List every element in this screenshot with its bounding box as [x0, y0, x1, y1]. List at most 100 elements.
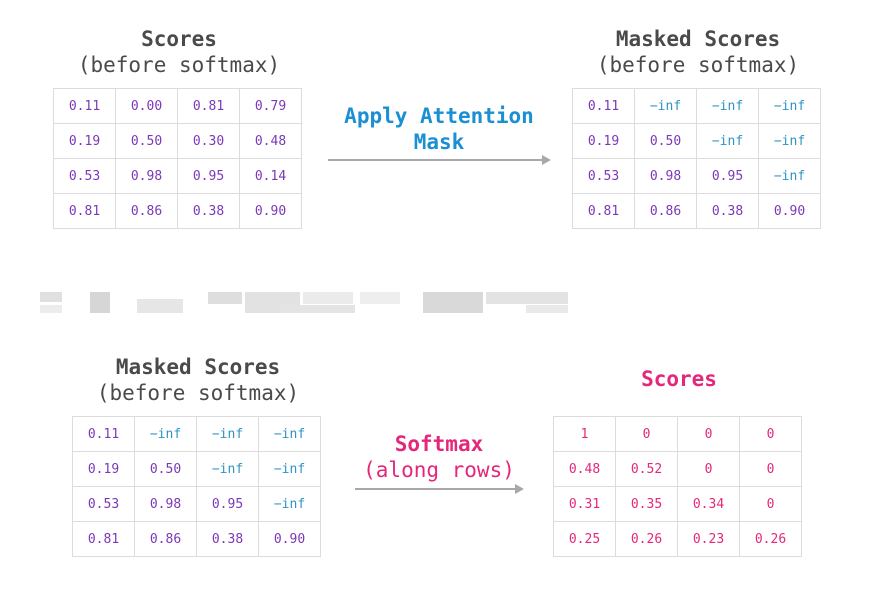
matrix-cell: −inf — [634, 88, 697, 124]
matrix-cell: 0.38 — [177, 193, 240, 229]
top-operation-label: Apply Attention Mask — [328, 103, 550, 155]
matrix-cell: 0.81 — [572, 193, 635, 229]
bottom-right-title-line1: Scores — [641, 367, 717, 391]
matrix-cell: 0.50 — [634, 123, 697, 159]
top-right-title-line2: (before softmax) — [596, 53, 800, 77]
matrix-cell: 0.34 — [677, 486, 740, 522]
matrix-cell: −inf — [758, 158, 821, 194]
matrix-cell: 0.26 — [739, 521, 802, 557]
matrix-cell: 0 — [677, 416, 740, 452]
matrix-row: 0.19 0.50 −inf −inf — [72, 451, 321, 487]
top-right-title-line1: Masked Scores — [615, 27, 781, 51]
matrix-cell: 0.35 — [615, 486, 678, 522]
matrix-cell: 0.98 — [134, 486, 197, 522]
matrix-cell: 0.19 — [53, 123, 116, 159]
matrix-cell: −inf — [196, 451, 259, 487]
matrix-cell: 0.11 — [572, 88, 635, 124]
matrix-cell: 0.19 — [572, 123, 635, 159]
matrix-cell: 0.38 — [196, 521, 259, 557]
matrix-cell: 0.53 — [72, 486, 135, 522]
matrix-row: 0.81 0.86 0.38 0.90 — [53, 193, 302, 229]
matrix-cell: 0.53 — [53, 158, 116, 194]
matrix-cell: 0.81 — [72, 521, 135, 557]
top-operation-line2: Mask — [413, 130, 465, 154]
top-operation-line1: Apply Attention — [344, 104, 534, 128]
matrix-cell: 0.50 — [115, 123, 178, 159]
matrix-cell: 0.98 — [634, 158, 697, 194]
matrix-cell: 0 — [677, 451, 740, 487]
bottom-left-title: Masked Scores (before softmax) — [72, 354, 324, 406]
matrix-cell: 0.26 — [615, 521, 678, 557]
matrix-cell: −inf — [758, 123, 821, 159]
matrix-cell: −inf — [258, 486, 321, 522]
matrix-cell: 0.86 — [634, 193, 697, 229]
bottom-left-title-line1: Masked Scores — [115, 355, 281, 379]
matrix-cell: 0.90 — [758, 193, 821, 229]
top-left-title-line1: Scores — [141, 27, 217, 51]
matrix-row: 0.19 0.50 −inf −inf — [572, 123, 821, 159]
matrix-row: 0.19 0.50 0.30 0.48 — [53, 123, 302, 159]
matrix-cell: −inf — [758, 88, 821, 124]
matrix-row: 0.31 0.35 0.34 0 — [553, 486, 802, 522]
matrix-cell: 0.53 — [572, 158, 635, 194]
matrix-cell: 0.00 — [115, 88, 178, 124]
matrix-cell: 0 — [615, 416, 678, 452]
blurred-caption — [40, 289, 570, 317]
matrix-cell: −inf — [196, 416, 259, 452]
matrix-cell: 0.79 — [239, 88, 302, 124]
matrix-row: 0.81 0.86 0.38 0.90 — [72, 521, 321, 557]
top-left-matrix: 0.11 0.00 0.81 0.79 0.19 0.50 0.30 0.48 0.53 0.98… — [53, 88, 302, 229]
matrix-cell: 0.11 — [53, 88, 116, 124]
matrix-cell: 0.95 — [696, 158, 759, 194]
matrix-cell: 0.95 — [196, 486, 259, 522]
matrix-cell: 0.86 — [134, 521, 197, 557]
matrix-cell: 0.95 — [177, 158, 240, 194]
top-arrow — [328, 155, 551, 165]
matrix-row: 1000 — [553, 416, 802, 452]
matrix-cell: 0.98 — [115, 158, 178, 194]
matrix-row: 0.53 0.98 0.95 −inf — [72, 486, 321, 522]
matrix-cell: −inf — [696, 88, 759, 124]
bottom-operation-line1: Softmax — [394, 432, 484, 456]
matrix-cell: 0 — [739, 416, 802, 452]
bottom-operation-label: Softmax (along rows) — [355, 431, 523, 483]
matrix-cell: 0.86 — [115, 193, 178, 229]
bottom-left-matrix: 0.11 −inf −inf −inf 0.19 0.50 −inf −inf 0.53 0.98… — [72, 416, 321, 557]
matrix-cell: 0.11 — [72, 416, 135, 452]
top-right-title: Masked Scores (before softmax) — [572, 26, 824, 78]
matrix-cell: 0.31 — [553, 486, 616, 522]
matrix-row: 0.11 −inf −inf −inf — [572, 88, 821, 124]
top-left-title: Scores (before softmax) — [53, 26, 305, 78]
matrix-cell: 0.38 — [696, 193, 759, 229]
matrix-cell: −inf — [258, 416, 321, 452]
matrix-row: 0.53 0.98 0.95 −inf — [572, 158, 821, 194]
matrix-cell: 0.23 — [677, 521, 740, 557]
matrix-cell: 0.30 — [177, 123, 240, 159]
matrix-cell: 0.50 — [134, 451, 197, 487]
matrix-cell: 0 — [739, 451, 802, 487]
matrix-cell: −inf — [134, 416, 197, 452]
matrix-cell: 0.90 — [239, 193, 302, 229]
matrix-row: 0.11 0.00 0.81 0.79 — [53, 88, 302, 124]
matrix-row: 0.48 0.52 0 0 — [553, 451, 802, 487]
matrix-row: 0.25 0.26 0.23 0.26 — [553, 521, 802, 557]
matrix-cell: 0.81 — [53, 193, 116, 229]
matrix-cell: 0.52 — [615, 451, 678, 487]
top-left-title-line2: (before softmax) — [77, 53, 281, 77]
matrix-cell: 0.14 — [239, 158, 302, 194]
matrix-cell: 0.90 — [258, 521, 321, 557]
bottom-right-title: Scores — [553, 366, 805, 392]
matrix-cell: −inf — [258, 451, 321, 487]
matrix-cell: 0.19 — [72, 451, 135, 487]
matrix-row: 0.11 −inf −inf −inf — [72, 416, 321, 452]
matrix-cell: 0.48 — [553, 451, 616, 487]
bottom-left-title-line2: (before softmax) — [96, 381, 300, 405]
bottom-right-matrix: 1 0 0 0 0.48 0.52 0 0 0.31 0.35 0.34 0 0.25 0.26 0.23 0… — [553, 416, 802, 557]
matrix-cell: 0.81 — [177, 88, 240, 124]
top-right-matrix: 0.11 −inf −inf −inf 0.19 0.50 −inf −inf 0.53 0.98… — [572, 88, 821, 229]
matrix-row: 0.81 0.86 0.38 0.90 — [572, 193, 821, 229]
matrix-cell: −inf — [696, 123, 759, 159]
matrix-row: 0.53 0.98 0.95 0.14 — [53, 158, 302, 194]
matrix-cell: 0.25 — [553, 521, 616, 557]
bottom-operation-line2: (along rows) — [363, 458, 515, 482]
